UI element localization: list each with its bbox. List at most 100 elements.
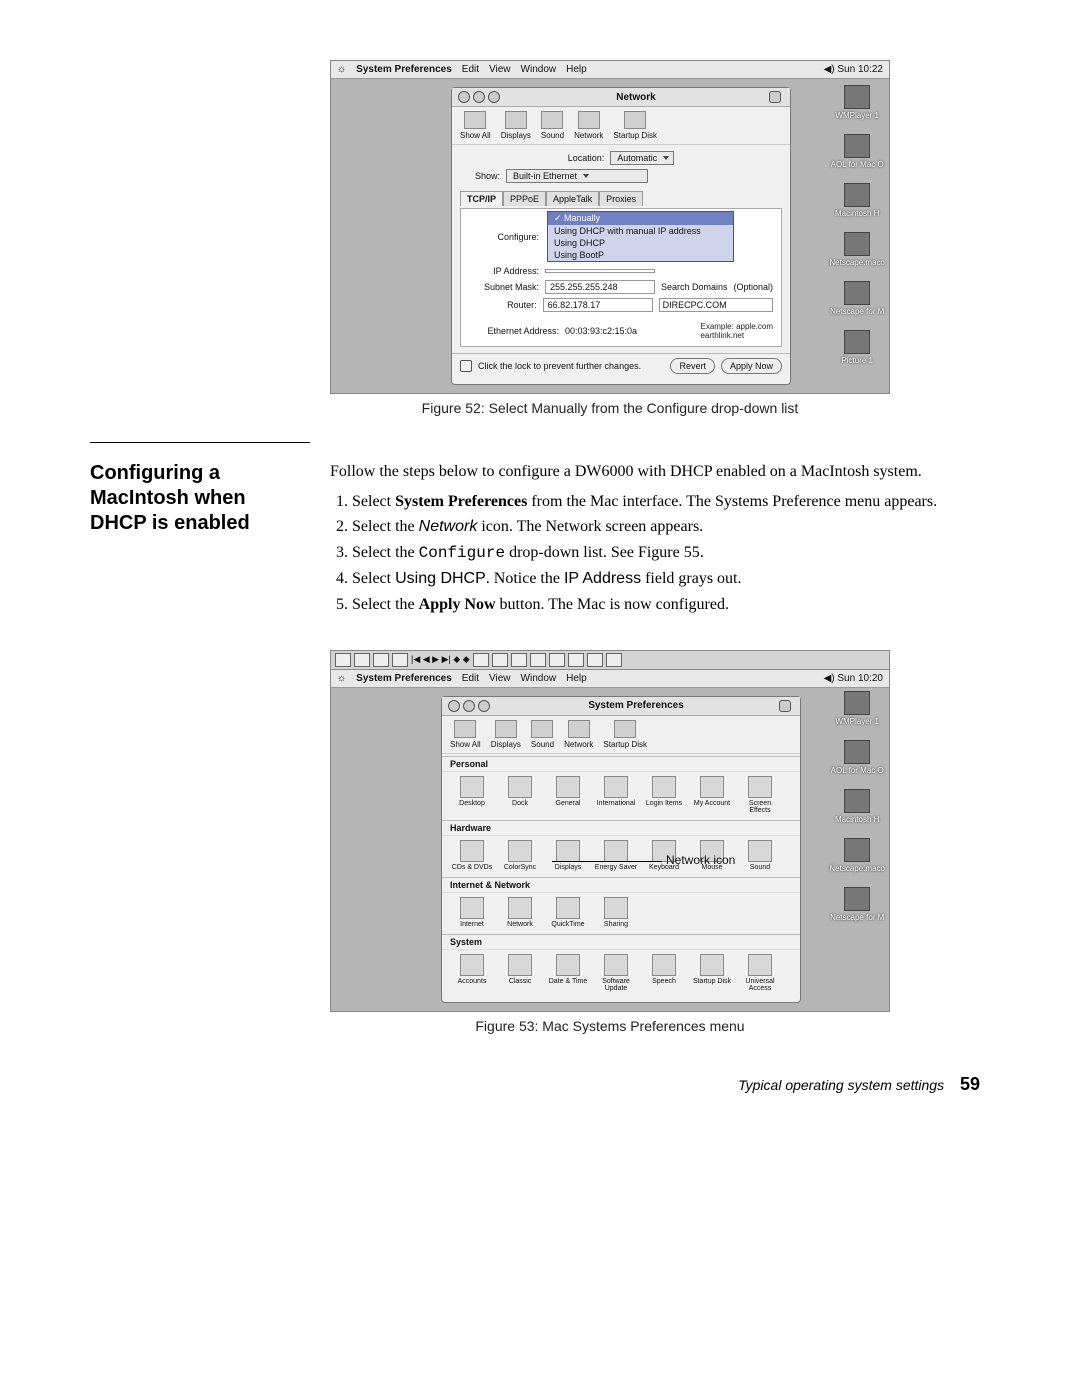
footer-text: Typical operating system settings [738,1077,944,1093]
configure-option-dhcp[interactable]: Using DHCP [548,237,733,249]
pref-item-software-update[interactable]: Software Update [594,954,638,992]
toolbar-sound[interactable]: Sound [531,720,554,749]
configure-option-manually[interactable]: Manually [548,212,733,225]
step-3: Select the Configure drop-down list. See… [352,542,990,565]
pref-item-international[interactable]: International [594,776,638,814]
close-icon[interactable] [448,700,460,712]
section-heading: Configuring a MacIntosh when DHCP is ena… [90,461,300,536]
apple-menu-icon: ☼ [337,64,346,75]
tab-proxies[interactable]: Proxies [599,191,643,206]
toolbar-startup[interactable]: Startup Disk [603,720,647,749]
ip-field[interactable] [545,269,655,273]
pref-icon [604,840,628,862]
window-title: System Preferences [493,700,779,711]
pref-item-quicktime[interactable]: QuickTime [546,897,590,928]
toolbar-toggle-icon[interactable] [779,700,791,712]
pref-item-universal-access[interactable]: Universal Access [738,954,782,992]
configure-dropdown-open[interactable]: Manually Using DHCP with manual IP addre… [547,211,734,262]
desktop-icons: WMPlayer 1 AOL for Mac O Macintosh H Net… [829,691,885,922]
desktop-icon: Netscape.maco [829,838,885,873]
pref-item-screen-effects[interactable]: Screen Effects [738,776,782,814]
pref-item-internet[interactable]: Internet [450,897,494,928]
pref-item-general[interactable]: General [546,776,590,814]
desktop-icon: Netscape for M [830,887,884,922]
pref-item-classic[interactable]: Classic [498,954,542,992]
pref-label: Classic [509,978,532,985]
configure-label: Configure: [469,232,539,242]
tab-tcpip[interactable]: TCP/IP [460,191,503,206]
close-icon[interactable] [458,91,470,103]
pref-item-colorsync[interactable]: ColorSync [498,840,542,871]
tb-icon [511,653,527,667]
toolbar-network[interactable]: Network [564,720,593,749]
toolbar-network[interactable]: Network [574,111,603,140]
pref-item-speech[interactable]: Speech [642,954,686,992]
prefs-category-header: Personal [442,756,800,772]
network-icon [568,720,590,738]
pref-icon [460,897,484,919]
router-field[interactable]: 66.82.178.17 [543,298,653,312]
sysprefs-window: System Preferences Show All Displays Sou… [441,696,801,1003]
minimize-icon[interactable] [463,700,475,712]
toolbar-displays[interactable]: Displays [501,111,531,140]
pref-item-sound[interactable]: Sound [738,840,782,871]
page-footer: Typical operating system settings 59 [90,1074,990,1095]
pref-label: QuickTime [551,921,584,928]
window-title: Network [503,92,769,103]
pref-icon [508,897,532,919]
lock-icon[interactable] [460,360,472,372]
pref-item-date-time[interactable]: Date & Time [546,954,590,992]
desktop-icons: WMPlayer 1 AOL for Mac O Macintosh H Net… [829,85,885,365]
search-domains-label: Search Domains [661,282,728,292]
toolbar-showall[interactable]: Show All [460,111,491,140]
show-select[interactable]: Built-in Ethernet [506,169,648,183]
displays-icon [505,111,527,129]
menu-help: Help [566,673,587,684]
pref-item-startup-disk[interactable]: Startup Disk [690,954,734,992]
configure-option-bootp[interactable]: Using BootP [548,249,733,261]
lock-text: Click the lock to prevent further change… [478,361,641,371]
pref-item-network[interactable]: Network [498,897,542,928]
app-icon [844,838,870,862]
pref-icon [508,954,532,976]
pref-item-cds-dvds[interactable]: CDs & DVDs [450,840,494,871]
toolbar-startup[interactable]: Startup Disk [613,111,657,140]
pref-item-login-items[interactable]: Login Items [642,776,686,814]
prefs-category-header: Hardware [442,820,800,836]
pref-item-sharing[interactable]: Sharing [594,897,638,928]
section-divider [90,442,310,443]
mac-menubar: ☼ System Preferences Edit View Window He… [331,61,889,79]
pref-item-accounts[interactable]: Accounts [450,954,494,992]
menu-view: View [489,64,511,75]
section-dhcp: Configuring a MacIntosh when DHCP is ena… [90,461,990,620]
revert-button[interactable]: Revert [670,358,715,374]
location-select[interactable]: Automatic [610,151,674,165]
optional-label: (Optional) [733,282,773,292]
apply-now-button[interactable]: Apply Now [721,358,782,374]
window-bottom-bar: Click the lock to prevent further change… [452,353,790,378]
search-domains-field[interactable]: DIRECPC.COM [659,298,773,312]
pref-label: Desktop [459,800,485,807]
minimize-icon[interactable] [473,91,485,103]
toolbar-showall[interactable]: Show All [450,720,481,749]
toolbar-sound[interactable]: Sound [541,111,564,140]
app-icon [844,281,870,305]
pref-item-displays[interactable]: Displays [546,840,590,871]
zoom-icon[interactable] [488,91,500,103]
desktop-icon: AOL for Mac O [831,134,884,169]
menu-window: Window [521,673,557,684]
tb-icon [492,653,508,667]
pref-item-desktop[interactable]: Desktop [450,776,494,814]
pref-item-my-account[interactable]: My Account [690,776,734,814]
toolbar-toggle-icon[interactable] [769,91,781,103]
toolbar-displays[interactable]: Displays [491,720,521,749]
pref-label: Speech [652,978,676,985]
configure-option-dhcp-manual[interactable]: Using DHCP with manual IP address [548,225,733,237]
tab-pppoe[interactable]: PPPoE [503,191,546,206]
pref-icon [460,954,484,976]
subnet-field[interactable]: 255.255.255.248 [545,280,655,294]
pref-item-dock[interactable]: Dock [498,776,542,814]
tab-appletalk[interactable]: AppleTalk [546,191,599,206]
zoom-icon[interactable] [478,700,490,712]
pref-item-energy-saver[interactable]: Energy Saver [594,840,638,871]
